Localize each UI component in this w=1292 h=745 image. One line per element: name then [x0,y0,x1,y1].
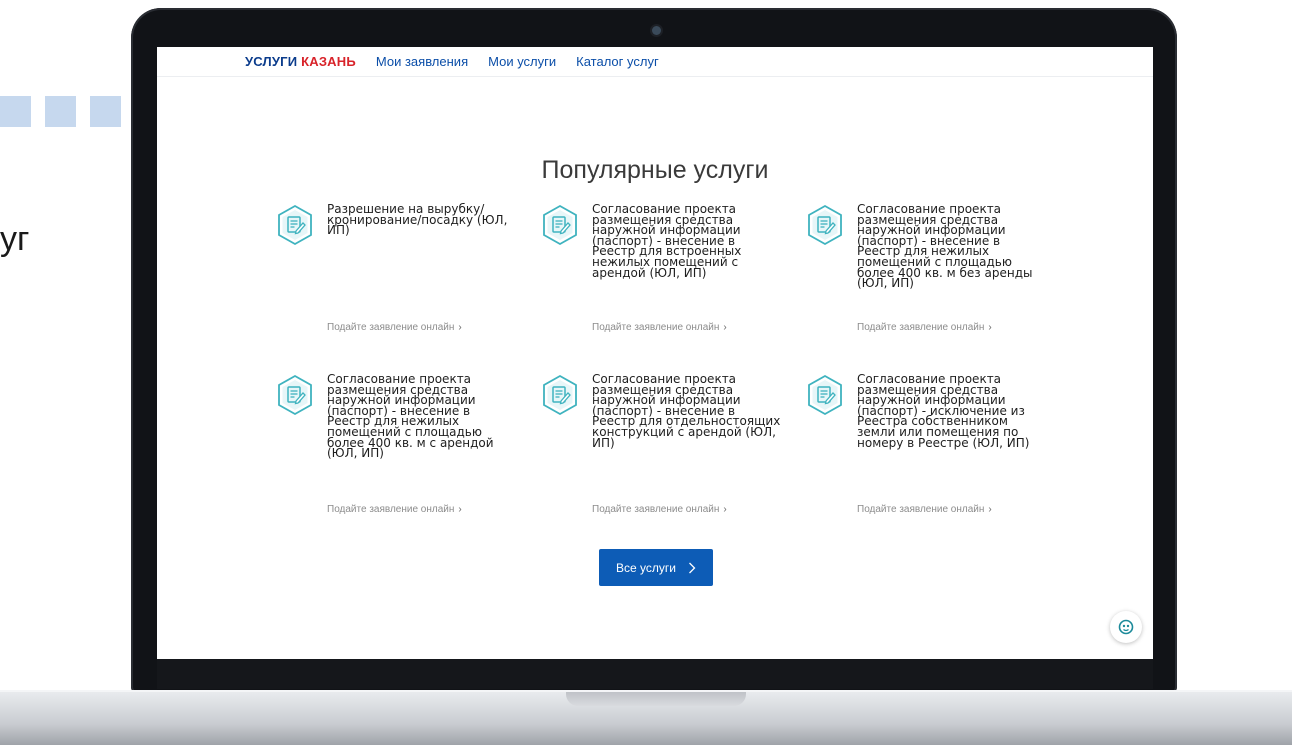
section-title: Популярные услуги [541,155,769,184]
service-title[interactable]: Согласование проекта размещения средства… [592,373,782,449]
service-title[interactable]: Согласование проекта размещения средства… [857,373,1047,449]
slide-title-fragment: уг [0,220,30,258]
camera [652,26,661,35]
chevron-right-icon: › [723,322,727,333]
nav-my-services[interactable]: Мои услуги [488,54,556,69]
top-navigation: УСЛУГИ КАЗАНЬ Мои заявления Мои услуги К… [157,47,1153,77]
document-edit-icon [808,204,842,246]
apply-online-link[interactable]: Подайте заявление онлайн › [592,504,727,515]
service-title[interactable]: Согласование проекта размещения средства… [592,203,782,279]
nav-my-applications[interactable]: Мои заявления [376,54,468,69]
apply-online-link[interactable]: Подайте заявление онлайн › [327,322,462,333]
document-edit-icon [543,204,577,246]
document-edit-icon [278,204,312,246]
apply-online-link[interactable]: Подайте заявление онлайн › [857,504,992,515]
chevron-right-icon: › [988,504,992,515]
apply-online-link[interactable]: Подайте заявление онлайн › [592,322,727,333]
nav-service-catalog[interactable]: Каталог услуг [576,54,659,69]
apply-online-link[interactable]: Подайте заявление онлайн › [327,504,462,515]
service-title[interactable]: Согласование проекта размещения средства… [327,373,517,459]
chevron-right-icon: › [458,322,462,333]
laptop-notch [566,692,746,706]
chevron-right-icon: › [458,504,462,515]
document-edit-icon [543,374,577,416]
accessibility-icon [1118,619,1134,635]
chevron-right-icon [689,562,696,573]
chevron-right-icon: › [723,504,727,515]
laptop-screen: УСЛУГИ КАЗАНЬ Мои заявления Мои услуги К… [157,47,1153,659]
document-edit-icon [278,374,312,416]
chevron-right-icon: › [988,322,992,333]
site-logo[interactable]: УСЛУГИ КАЗАНЬ [245,54,356,69]
document-edit-icon [808,374,842,416]
apply-online-link[interactable]: Подайте заявление онлайн › [857,322,992,333]
all-services-button[interactable]: Все услуги [599,549,713,586]
laptop-chin [157,659,1153,689]
service-title[interactable]: Разрешение на вырубку/ кронирование/поса… [327,203,517,236]
service-title[interactable]: Согласование проекта размещения средства… [857,203,1047,289]
accessibility-button[interactable] [1110,611,1142,643]
